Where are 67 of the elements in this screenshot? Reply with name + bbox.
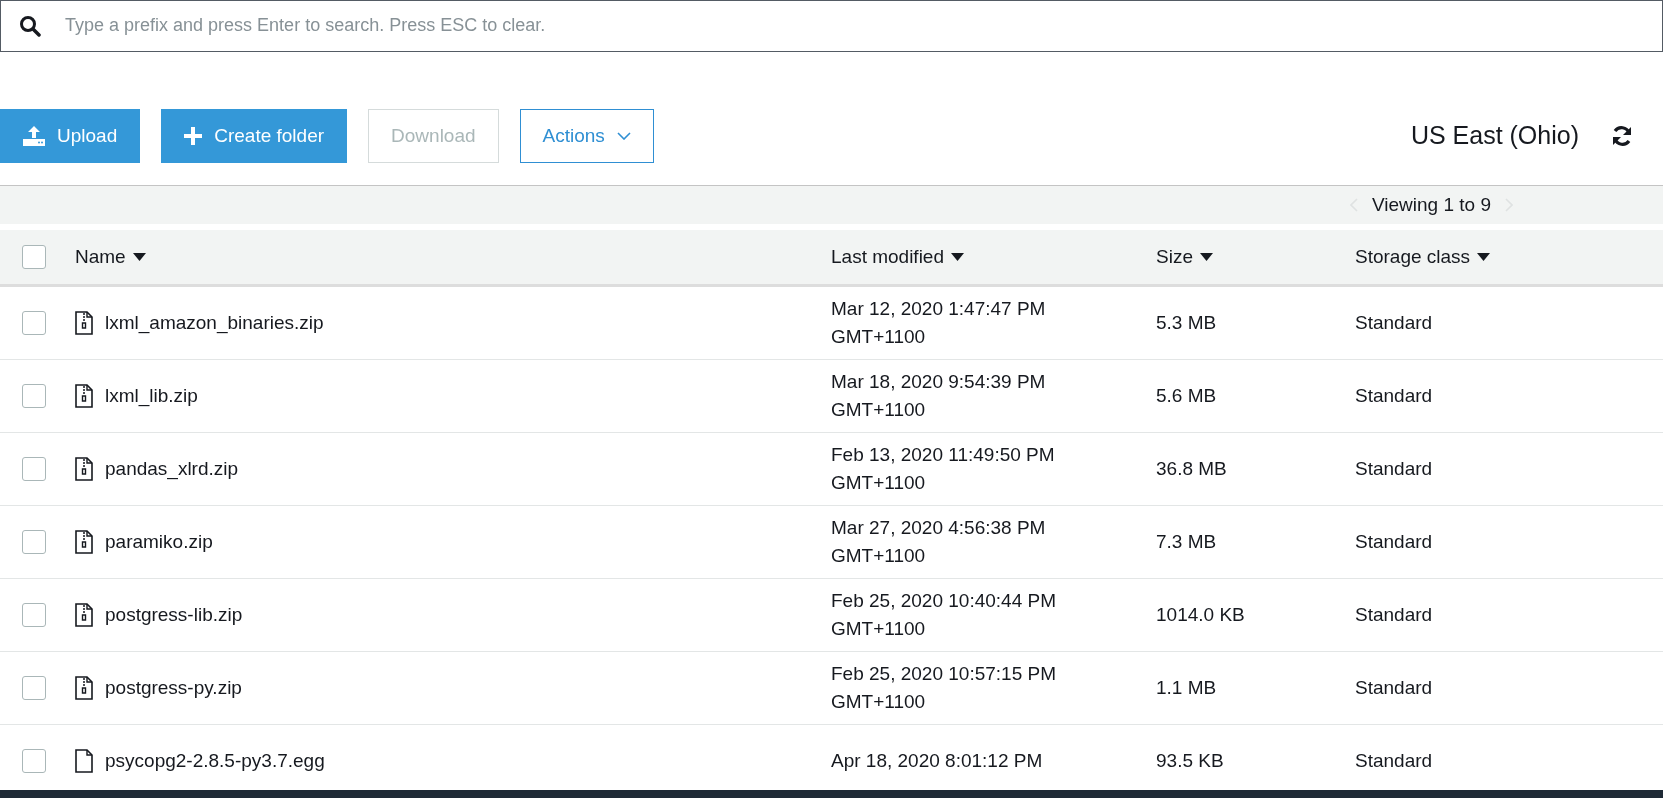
row-checkbox[interactable] <box>22 457 46 481</box>
file-icon <box>75 749 93 773</box>
upload-icon <box>23 125 45 146</box>
storage-class: Standard <box>1355 530 1434 554</box>
zip-file-icon <box>75 311 93 335</box>
file-size: 5.6 MB <box>1156 384 1218 408</box>
row-checkbox[interactable] <box>22 603 46 627</box>
zip-file-icon <box>75 603 93 627</box>
pager-text: Viewing 1 to 9 <box>1372 194 1491 217</box>
sort-caret-icon <box>1199 253 1213 262</box>
modified-date: Apr 18, 2020 8:01:12 PM <box>831 749 1044 773</box>
timezone-text: GMT+1100 <box>831 325 927 349</box>
zip-file-icon <box>75 676 93 700</box>
modified-date: Mar 12, 2020 1:47:47 PM <box>831 297 1047 321</box>
modified-date: Mar 27, 2020 4:56:38 PM <box>831 516 1047 540</box>
file-size: 1.1 MB <box>1156 676 1218 700</box>
zip-file-icon <box>75 384 93 408</box>
file-name[interactable]: postgress-lib.zip <box>105 604 243 626</box>
sort-caret-icon <box>1477 253 1491 262</box>
modified-date: Feb 13, 2020 11:49:50 PM <box>831 443 1056 467</box>
file-name[interactable]: paramiko.zip <box>105 531 213 553</box>
plus-icon <box>184 126 203 145</box>
modified-date: Feb 25, 2020 10:57:15 PM <box>831 662 1057 686</box>
storage-class: Standard <box>1355 457 1434 481</box>
file-size: 1014.0 KB <box>1156 603 1246 627</box>
column-header[interactable]: Storage class <box>1355 246 1491 269</box>
row-checkbox[interactable] <box>22 530 46 554</box>
file-size: 36.8 MB <box>1156 457 1228 481</box>
sort-caret-icon <box>132 253 146 262</box>
file-name[interactable]: lxml_amazon_binaries.zip <box>105 312 324 334</box>
storage-class: Standard <box>1355 749 1434 773</box>
timezone-text: GMT+1100 <box>831 617 927 641</box>
row-checkbox[interactable] <box>22 749 46 773</box>
timezone-text: GMT+1100 <box>831 690 927 714</box>
row-checkbox[interactable] <box>22 676 46 700</box>
refresh-icon <box>1611 124 1633 147</box>
file-name[interactable]: pandas_xlrd.zip <box>105 458 239 480</box>
storage-class: Standard <box>1355 603 1434 627</box>
sort-caret-icon <box>951 253 964 262</box>
column-header[interactable]: Last modified <box>831 246 964 269</box>
row-checkbox[interactable] <box>22 384 46 408</box>
region-label: US East (Ohio) <box>1410 121 1579 151</box>
modified-date: Feb 25, 2020 10:40:44 PM <box>831 589 1057 613</box>
search-bar[interactable]: Type a prefix and press Enter to search. Press ESC to clear. <box>0 0 1663 52</box>
timezone-text: GMT+1100 <box>831 471 927 495</box>
file-name[interactable]: postgress-py.zip <box>105 677 242 699</box>
storage-class: Standard <box>1355 384 1434 408</box>
timezone-text: GMT+1100 <box>831 398 927 422</box>
column-header[interactable]: Size <box>1156 246 1213 269</box>
chevron-down-icon <box>616 131 631 140</box>
file-size: 5.3 MB <box>1156 311 1218 335</box>
storage-class: Standard <box>1355 311 1434 335</box>
file-size: 7.3 MB <box>1156 530 1218 554</box>
column-header[interactable]: Name <box>75 246 146 269</box>
zip-file-icon <box>75 457 93 481</box>
refresh-button[interactable] <box>1611 124 1633 147</box>
row-checkbox[interactable] <box>22 311 46 335</box>
file-name[interactable]: lxml_lib.zip <box>105 385 198 407</box>
file-name[interactable]: psycopg2-2.8.5-py3.7.egg <box>105 750 325 772</box>
zip-file-icon <box>75 530 93 554</box>
timezone-text: GMT+1100 <box>831 544 927 568</box>
modified-date: Mar 18, 2020 9:54:39 PM <box>831 370 1047 394</box>
select-all-checkbox[interactable] <box>22 245 46 270</box>
search-icon <box>19 14 41 37</box>
file-size: 93.5 KB <box>1156 749 1225 773</box>
actions-dropdown[interactable]: Actions <box>519 108 654 163</box>
storage-class: Standard <box>1355 676 1434 700</box>
